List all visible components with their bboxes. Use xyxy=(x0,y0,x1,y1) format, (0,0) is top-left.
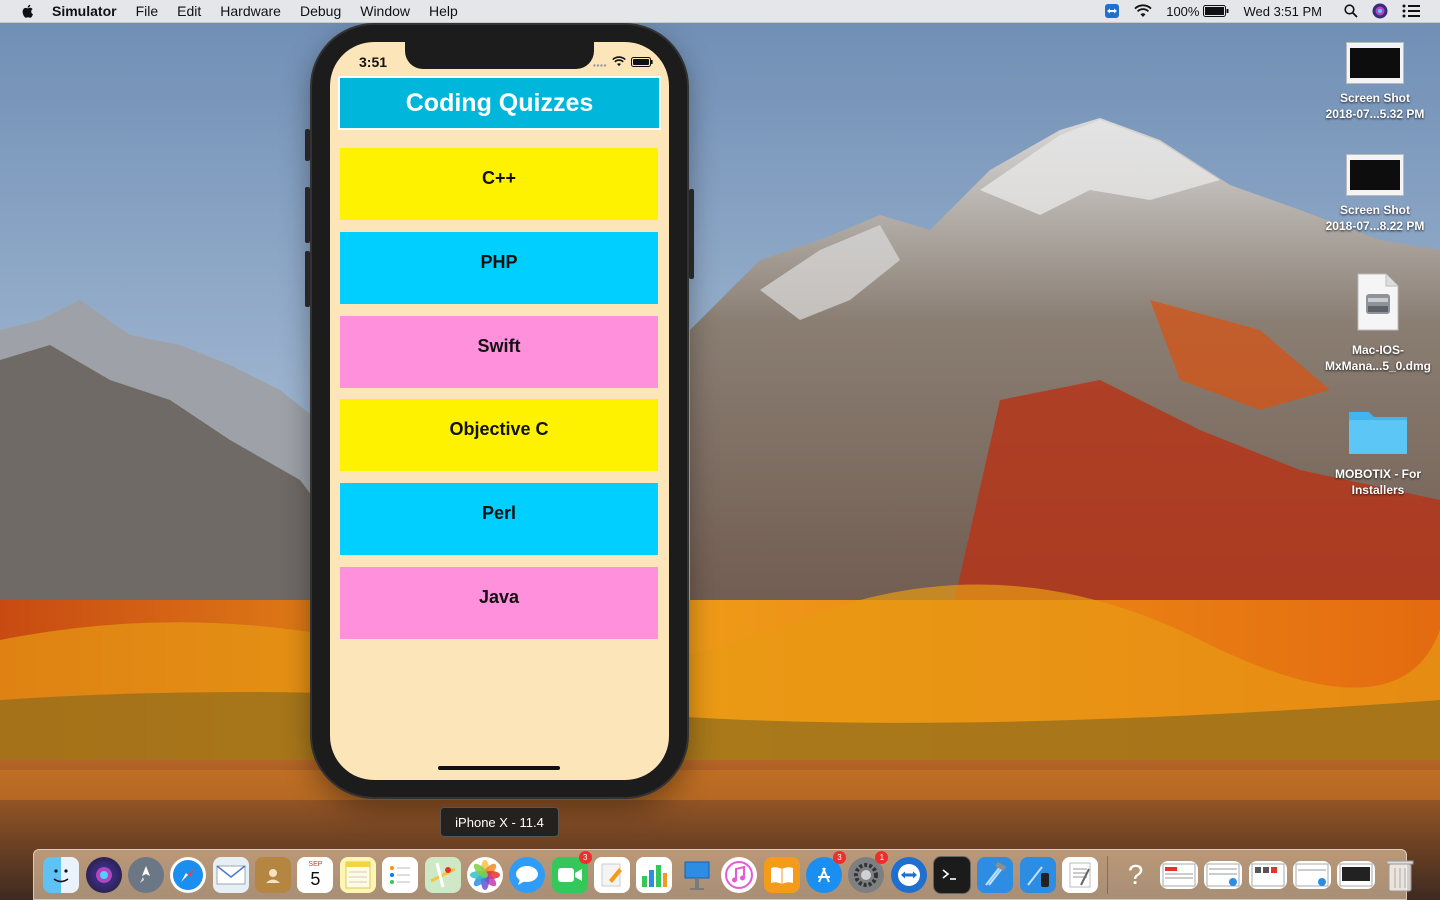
desktop-icon-label: Installers xyxy=(1351,483,1405,497)
app-store-badge: 3 xyxy=(832,850,846,864)
signal-icon xyxy=(593,54,607,72)
dock-trash-icon[interactable] xyxy=(1382,857,1418,893)
dock-notes-icon[interactable] xyxy=(339,856,376,893)
dock-recent-doc-1-icon[interactable] xyxy=(1159,860,1198,889)
dock-calendar-icon[interactable]: SEP 5 xyxy=(297,856,334,893)
quiz-button-objective-c[interactable]: Objective C xyxy=(340,399,658,471)
teamviewer-menu-icon[interactable] xyxy=(1104,3,1120,19)
dock-photos-icon[interactable] xyxy=(466,856,503,893)
side-power-button[interactable] xyxy=(689,189,694,279)
desktop-icon-label: Mac-IOS- xyxy=(1351,343,1404,357)
desktop-icon-label: 2018-07...5.32 PM xyxy=(1325,107,1425,121)
screenshot-icon xyxy=(1346,154,1404,196)
system-preferences-badge: 1 xyxy=(875,850,889,864)
dock-ibooks-icon[interactable] xyxy=(763,856,800,893)
iphone-simulator-window[interactable]: 3:51 Coding Quizzes C++ PHP Swift Object… xyxy=(305,25,694,797)
dock-separator xyxy=(1107,855,1109,894)
wifi-icon[interactable] xyxy=(1134,4,1152,18)
quiz-button-java[interactable]: Java xyxy=(340,567,658,639)
dock-recent-doc-5-icon[interactable] xyxy=(1337,860,1376,889)
dock-safari-icon[interactable] xyxy=(170,856,207,893)
folder-icon xyxy=(1313,406,1440,460)
desktop-icon-label: MOBOTIX - For xyxy=(1335,467,1421,481)
desktop-icon-label: Screen Shot xyxy=(1339,203,1411,217)
dock-help-question-icon[interactable]: ? xyxy=(1118,857,1154,893)
status-bar-indicators xyxy=(593,54,653,72)
notification-center-icon[interactable] xyxy=(1402,4,1420,18)
dock-keynote-icon[interactable] xyxy=(679,857,715,893)
dock-numbers-icon[interactable] xyxy=(636,856,673,893)
menu-bar: Simulator File Edit Hardware Debug Windo… xyxy=(0,0,1440,23)
desktop-icon-dmg[interactable]: Mac-IOS- MxMana...5_0.dmg xyxy=(1313,272,1440,374)
home-indicator[interactable] xyxy=(438,766,560,770)
menu-window[interactable]: Window xyxy=(360,0,410,22)
phone-screen: 3:51 Coding Quizzes C++ PHP Swift Object… xyxy=(330,42,669,780)
battery-icon xyxy=(631,54,653,72)
device-name-tooltip: iPhone X - 11.4 xyxy=(440,807,559,837)
dock-pages-icon[interactable] xyxy=(594,856,631,893)
dock-finder-icon[interactable] xyxy=(43,856,80,893)
volume-up-button[interactable] xyxy=(305,187,310,243)
battery-percent: 100% xyxy=(1166,3,1200,19)
desktop-icon-folder[interactable]: MOBOTIX - For Installers xyxy=(1313,406,1440,498)
dock-xcode-icon[interactable] xyxy=(977,856,1014,893)
volume-down-button[interactable] xyxy=(305,251,310,307)
battery-icon[interactable] xyxy=(1203,5,1229,17)
dock-siri-icon[interactable] xyxy=(85,856,122,893)
screenshot-icon xyxy=(1346,42,1404,84)
menu-hardware[interactable]: Hardware xyxy=(220,0,281,22)
dock-recent-doc-2-icon[interactable] xyxy=(1204,860,1243,889)
menubar-clock[interactable]: Wed 3:51 PM xyxy=(1243,4,1322,19)
dock-teamviewer-icon[interactable] xyxy=(890,856,927,893)
desktop-wallpaper xyxy=(0,0,1440,900)
quiz-button-swift[interactable]: Swift xyxy=(340,316,658,388)
phone-notch xyxy=(405,42,594,69)
menu-help[interactable]: Help xyxy=(429,0,458,22)
menu-edit[interactable]: Edit xyxy=(177,0,201,22)
dock-app-store-icon[interactable]: 3 xyxy=(805,850,846,893)
menu-file[interactable]: File xyxy=(136,0,159,22)
page-title: Coding Quizzes xyxy=(338,76,661,130)
quiz-button-perl[interactable]: Perl xyxy=(340,483,658,555)
spotlight-search-icon[interactable] xyxy=(1344,4,1358,18)
siri-icon[interactable] xyxy=(1372,3,1388,19)
apple-menu-icon[interactable] xyxy=(20,3,36,19)
dock: SEP 5 3 3 1 ? xyxy=(33,849,1414,900)
dock-mail-icon[interactable] xyxy=(212,856,249,893)
disk-image-icon xyxy=(1313,272,1440,336)
calendar-date: 5 xyxy=(310,868,321,889)
dock-textedit-icon[interactable] xyxy=(1062,856,1099,893)
dock-recent-doc-3-icon[interactable] xyxy=(1248,860,1287,889)
dock-reminders-icon[interactable] xyxy=(382,856,419,893)
dock-itunes-icon[interactable] xyxy=(721,856,758,893)
dock-messages-icon[interactable] xyxy=(509,856,546,893)
dock-facetime-icon[interactable]: 3 xyxy=(551,850,592,893)
dock-contacts-icon[interactable] xyxy=(255,856,292,893)
dock-simulator-icon[interactable] xyxy=(1019,856,1056,893)
status-bar-time: 3:51 xyxy=(359,54,388,70)
dock-launchpad-icon[interactable] xyxy=(127,856,164,893)
desktop-icon-screenshot-1[interactable]: Screen Shot 2018-07...5.32 PM xyxy=(1310,42,1440,122)
menubar-status-area: 100% Wed 3:51 PM xyxy=(1104,0,1440,22)
menu-app-name[interactable]: Simulator xyxy=(52,0,117,22)
menu-debug[interactable]: Debug xyxy=(300,0,341,22)
dock-system-preferences-icon[interactable]: 1 xyxy=(848,850,889,893)
facetime-badge: 3 xyxy=(578,850,592,864)
desktop-icon-screenshot-2[interactable]: Screen Shot 2018-07...8.22 PM xyxy=(1310,154,1440,234)
dock-terminal-icon[interactable] xyxy=(933,855,972,894)
calendar-month: SEP xyxy=(308,860,323,868)
dock-recent-doc-4-icon[interactable] xyxy=(1293,860,1332,889)
quiz-button-cpp[interactable]: C++ xyxy=(340,148,658,220)
mute-switch[interactable] xyxy=(305,129,310,161)
wifi-icon xyxy=(612,54,626,72)
desktop-icon-label: MxMana...5_0.dmg xyxy=(1324,359,1432,373)
desktop-icon-label: 2018-07...8.22 PM xyxy=(1325,219,1425,233)
dock-maps-icon[interactable] xyxy=(424,856,461,893)
quiz-button-php[interactable]: PHP xyxy=(340,232,658,304)
desktop-icon-label: Screen Shot xyxy=(1339,91,1411,105)
